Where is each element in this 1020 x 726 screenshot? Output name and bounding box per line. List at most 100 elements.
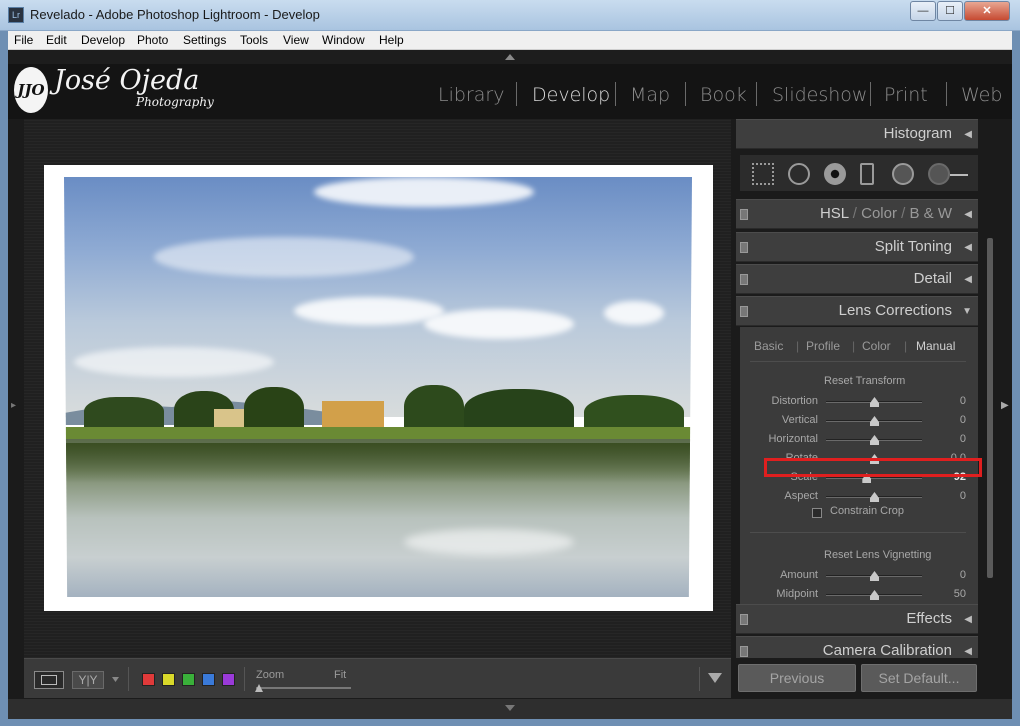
toolbar-divider (699, 667, 700, 691)
transform-slider-track[interactable] (826, 477, 922, 479)
radial-filter-icon[interactable] (892, 163, 914, 185)
vignetting-slider-thumb[interactable] (870, 571, 879, 581)
panel-title: Camera Calibration (822, 642, 952, 659)
transform-value[interactable]: 0 (936, 433, 966, 445)
cloud (294, 297, 444, 325)
filmstrip-toggle[interactable] (8, 699, 1012, 719)
collapse-arrow-icon[interactable]: ◀ (964, 242, 972, 253)
zoom-slider[interactable] (256, 687, 351, 689)
module-web[interactable]: Web (961, 84, 1002, 106)
panel-switch[interactable] (740, 646, 748, 657)
menu-window[interactable]: Window (322, 33, 365, 47)
vignetting-value[interactable]: 0 (936, 569, 966, 581)
module-print[interactable]: Print (884, 84, 928, 106)
collapse-arrow-icon[interactable]: ◀ (964, 129, 972, 140)
graduated-filter-icon[interactable] (860, 163, 874, 185)
panel-switch[interactable] (740, 209, 748, 220)
module-slideshow[interactable]: Slideshow (772, 84, 867, 106)
panel-effects[interactable]: Effects ◀ (736, 604, 978, 634)
panel-switch[interactable] (740, 274, 748, 285)
collapse-arrow-icon[interactable] (505, 705, 515, 711)
reset-vignetting-button[interactable]: Reset Lens Vignetting (824, 549, 931, 561)
menu-edit[interactable]: Edit (46, 33, 67, 47)
tab-manual[interactable]: Manual (916, 339, 955, 353)
close-button[interactable]: ✕ (964, 1, 1010, 21)
set-default-button[interactable]: Set Default... (861, 664, 977, 692)
toolbar-content-menu-icon[interactable] (708, 673, 722, 683)
transform-slider-thumb[interactable] (870, 416, 879, 426)
menu-view[interactable]: View (283, 33, 309, 47)
menu-file[interactable]: File (14, 33, 33, 47)
panel-split-toning[interactable]: Split Toning ◀ (736, 232, 978, 262)
previous-button[interactable]: Previous (738, 664, 856, 692)
tab-hsl[interactable]: HSL (820, 205, 849, 222)
color-label-green[interactable] (182, 673, 195, 686)
toolbar: Y|Y Zoom Fit (24, 658, 731, 698)
panel-switch[interactable] (740, 242, 748, 253)
spot-removal-icon[interactable] (788, 163, 810, 185)
vignetting-value[interactable]: 50 (936, 588, 966, 600)
panel-title: Lens Corrections (838, 302, 952, 319)
transform-value[interactable]: 0 (936, 414, 966, 426)
tab-color[interactable]: Color (862, 339, 891, 353)
reset-transform-button[interactable]: Reset Transform (824, 375, 905, 387)
minimize-button[interactable]: — (910, 1, 936, 21)
constrain-crop-checkbox[interactable] (812, 508, 822, 518)
collapse-arrow-icon[interactable]: ◀ (964, 614, 972, 625)
module-develop[interactable]: Develop (532, 84, 610, 106)
collapse-arrow-icon[interactable]: ◀ (964, 646, 972, 657)
left-panel-toggle-icon[interactable]: ▸ (11, 400, 16, 411)
right-panel-toggle-icon[interactable]: ▶ (1001, 400, 1009, 411)
color-label-purple[interactable] (222, 673, 235, 686)
tab-color[interactable]: Color (861, 205, 897, 222)
collapse-arrow-icon[interactable]: ◀ (964, 209, 972, 220)
before-after-button[interactable]: Y|Y (72, 671, 104, 689)
chevron-down-icon[interactable] (112, 677, 119, 682)
collapse-arrow-icon[interactable]: ◀ (964, 274, 972, 285)
brush-handle (950, 174, 968, 176)
red-eye-icon[interactable] (824, 163, 846, 185)
panel-switch[interactable] (740, 306, 748, 317)
transform-slider-thumb[interactable] (870, 492, 879, 502)
menu-tools[interactable]: Tools (240, 33, 268, 47)
module-library[interactable]: Library (438, 84, 504, 106)
menu-help[interactable]: Help (379, 33, 404, 47)
collapse-arrow-icon[interactable] (505, 54, 515, 60)
panel-lens-corrections[interactable]: Lens Corrections ▼ (736, 296, 978, 326)
panel-detail[interactable]: Detail ◀ (736, 264, 978, 294)
module-separator (756, 82, 757, 106)
tab-profile[interactable]: Profile (806, 339, 840, 353)
panel-hsl[interactable]: HSL / Color / B & W ◀ (736, 199, 978, 229)
tab-basic[interactable]: Basic (754, 339, 783, 353)
zoom-fit-label[interactable]: Fit (334, 669, 346, 681)
panel-scrollbar-thumb[interactable] (987, 238, 993, 578)
tab-separator: | (852, 339, 856, 353)
panel-histogram[interactable]: Histogram ◀ (736, 119, 978, 149)
module-separator (516, 82, 517, 106)
cloud (424, 309, 574, 339)
color-label-red[interactable] (142, 673, 155, 686)
panel-switch[interactable] (740, 614, 748, 625)
photo-view[interactable] (24, 119, 731, 658)
expand-arrow-icon[interactable]: ▼ (962, 306, 972, 317)
top-panel-toggle[interactable] (8, 50, 1012, 64)
vignetting-slider-thumb[interactable] (870, 590, 879, 600)
module-map[interactable]: Map (630, 84, 670, 106)
transform-value[interactable]: 0 (936, 395, 966, 407)
color-label-yellow[interactable] (162, 673, 175, 686)
maximize-button[interactable]: ☐ (937, 1, 963, 21)
transform-value[interactable]: 0 (936, 490, 966, 502)
module-book[interactable]: Book (700, 84, 747, 106)
menu-develop[interactable]: Develop (81, 33, 125, 47)
transform-slider-thumb[interactable] (870, 435, 879, 445)
tab-bw[interactable]: B & W (909, 205, 952, 222)
adjustment-brush-icon[interactable] (928, 163, 950, 185)
color-label-blue[interactable] (202, 673, 215, 686)
menu-photo[interactable]: Photo (137, 33, 168, 47)
module-separator (615, 82, 616, 106)
menu-settings[interactable]: Settings (183, 33, 226, 47)
transform-slider-thumb[interactable] (870, 397, 879, 407)
panel-title: Effects (906, 610, 952, 627)
loupe-view-button[interactable] (34, 671, 64, 689)
crop-tool-icon[interactable] (752, 163, 774, 185)
